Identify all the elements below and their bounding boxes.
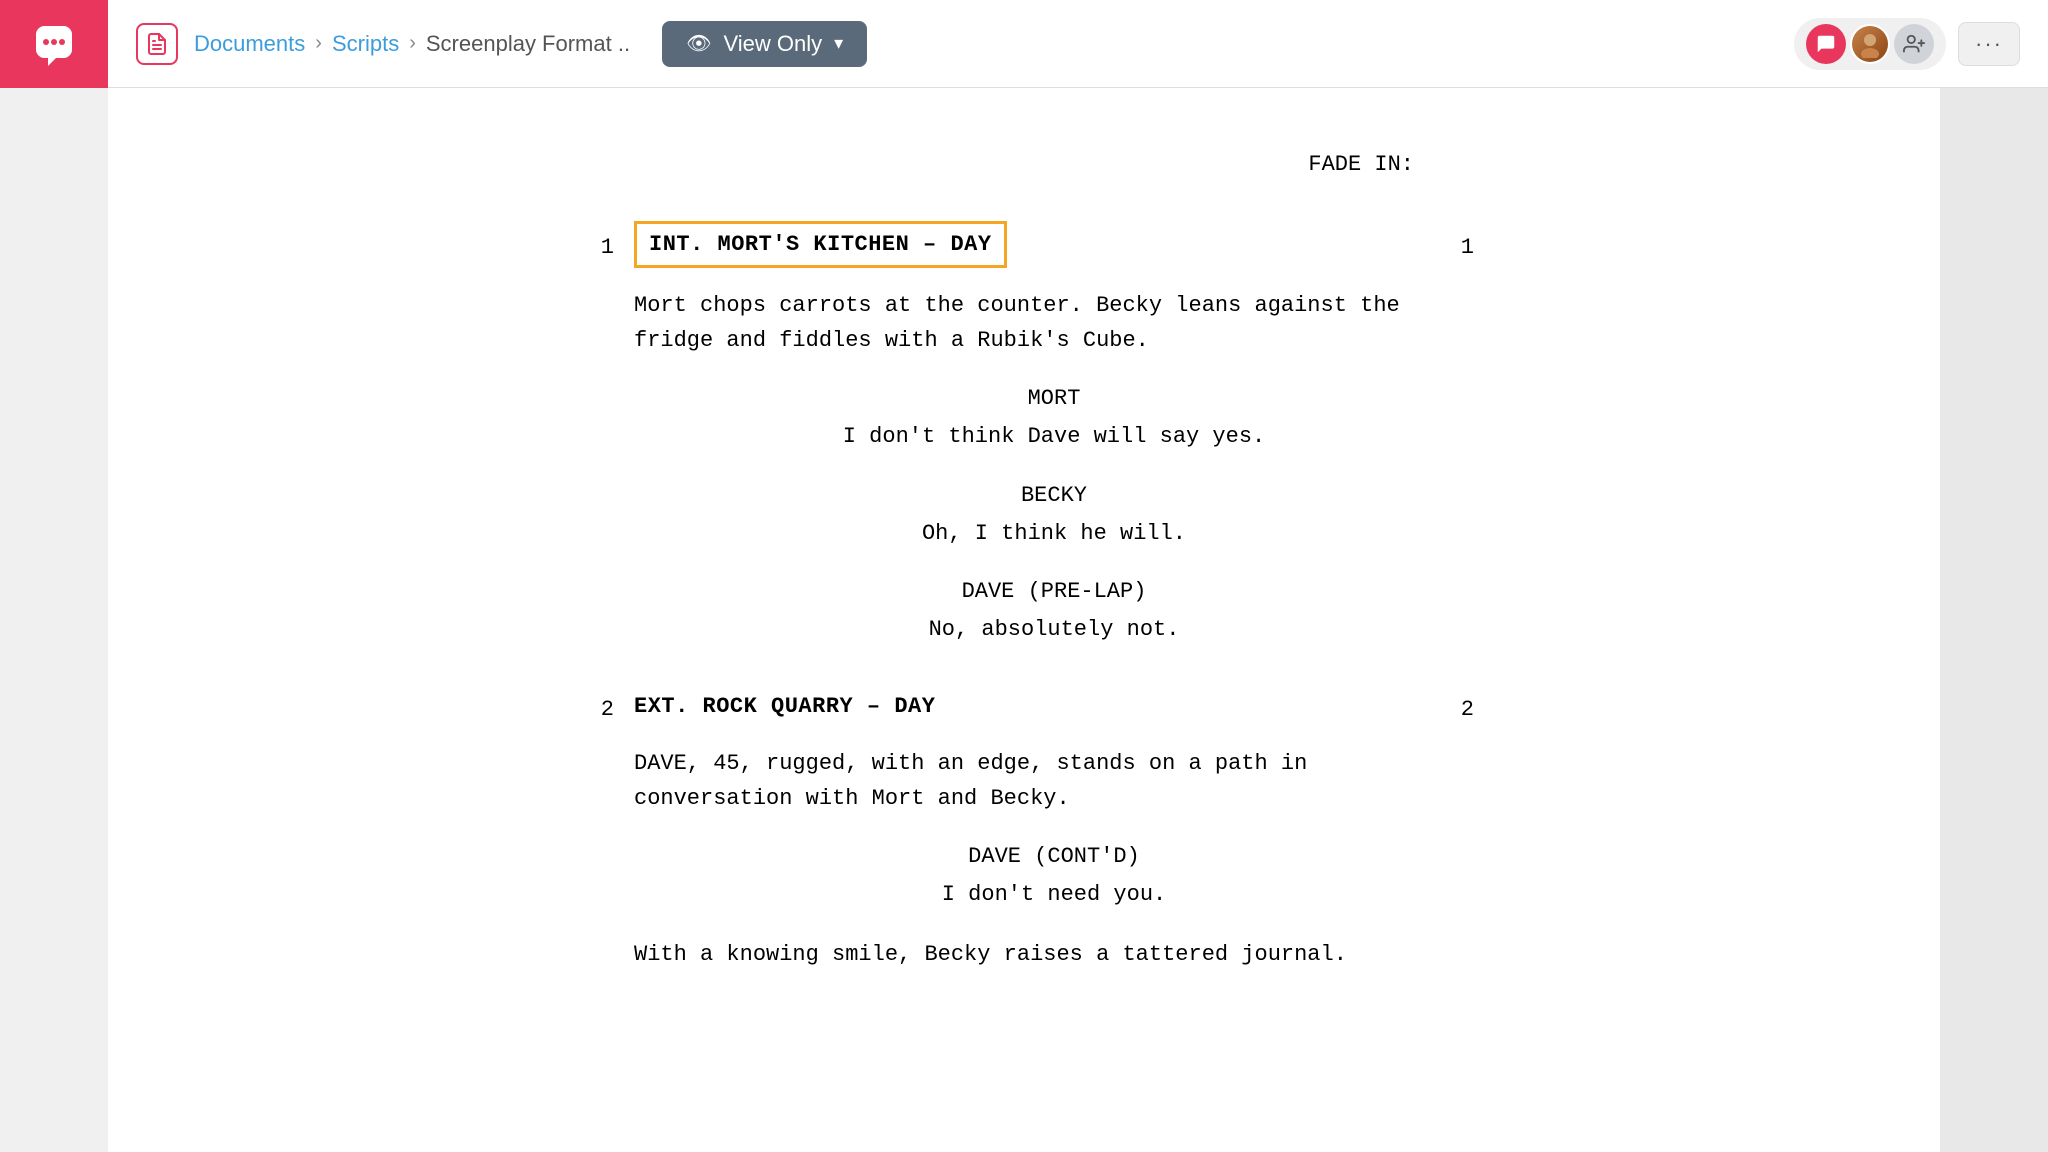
chevron-down-icon: ▾ bbox=[834, 33, 843, 54]
fade-in: FADE IN: bbox=[574, 148, 1474, 181]
scene-2-block: 2 EXT. ROCK QUARRY – DAY 2 DAVE, 45, rug… bbox=[574, 687, 1474, 972]
sidebar-left bbox=[0, 88, 108, 1152]
becky-character: BECKY bbox=[634, 479, 1474, 512]
view-only-button[interactable]: 👁 View Only ▾ bbox=[662, 21, 867, 67]
topbar: Documents › Scripts › Screenplay Format … bbox=[0, 0, 2048, 88]
breadcrumb-documents[interactable]: Documents bbox=[194, 31, 305, 57]
scene-1-number-left: 1 bbox=[574, 225, 634, 264]
avatar-group bbox=[1794, 18, 1946, 70]
scene-2-heading: EXT. ROCK QUARRY – DAY bbox=[634, 690, 935, 723]
app-logo[interactable] bbox=[0, 0, 108, 88]
scene-2-header: 2 EXT. ROCK QUARRY – DAY 2 bbox=[574, 687, 1474, 726]
dave-prelap-character: DAVE (PRE-LAP) bbox=[634, 575, 1474, 608]
dave-contd-dialogue: I don't need you. bbox=[634, 877, 1474, 912]
scene-1-block: 1 INT. MORT'S KITCHEN – DAY 1 Mort chops… bbox=[574, 221, 1474, 647]
scene-2-number-left: 2 bbox=[574, 687, 634, 726]
scene-1-header: 1 INT. MORT'S KITCHEN – DAY 1 bbox=[574, 221, 1474, 268]
breadcrumb-sep-1: › bbox=[315, 32, 322, 55]
scene-1-number-right: 1 bbox=[1414, 225, 1474, 264]
doc-icon[interactable] bbox=[136, 23, 178, 65]
add-person-avatar[interactable] bbox=[1894, 24, 1934, 64]
scene-2-heading-content: EXT. ROCK QUARRY – DAY bbox=[634, 690, 1414, 723]
scene-2-action2: With a knowing smile, Becky raises a tat… bbox=[634, 937, 1474, 972]
user-avatar-image bbox=[1852, 26, 1888, 62]
more-button[interactable]: ··· bbox=[1958, 22, 2020, 66]
breadcrumb-sep-2: › bbox=[409, 32, 416, 55]
scene-2-action: DAVE, 45, rugged, with an edge, stands o… bbox=[634, 746, 1474, 816]
breadcrumb-scripts[interactable]: Scripts bbox=[332, 31, 399, 57]
scene-1-heading: INT. MORT'S KITCHEN – DAY bbox=[634, 221, 1007, 268]
sidebar-right bbox=[1940, 88, 2048, 1152]
screenplay: FADE IN: 1 INT. MORT'S KITCHEN – DAY 1 M… bbox=[574, 148, 1474, 972]
scene-2-number-right: 2 bbox=[1414, 687, 1474, 726]
mort-dialogue: I don't think Dave will say yes. bbox=[634, 419, 1474, 454]
nav-right: ··· bbox=[1794, 18, 2048, 70]
nav-left: Documents › Scripts › Screenplay Format … bbox=[108, 21, 1794, 67]
view-only-label: View Only bbox=[723, 31, 822, 57]
mort-character: MORT bbox=[634, 382, 1474, 415]
scene-1-action: Mort chops carrots at the counter. Becky… bbox=[634, 288, 1474, 358]
main-area: FADE IN: 1 INT. MORT'S KITCHEN – DAY 1 M… bbox=[0, 88, 2048, 1152]
document-area: FADE IN: 1 INT. MORT'S KITCHEN – DAY 1 M… bbox=[108, 88, 1940, 1152]
eye-icon: 👁 bbox=[686, 31, 711, 56]
chat-avatar[interactable] bbox=[1806, 24, 1846, 64]
scene-1-heading-content: INT. MORT'S KITCHEN – DAY bbox=[634, 221, 1414, 268]
dave-prelap-dialogue: No, absolutely not. bbox=[634, 612, 1474, 647]
becky-dialogue: Oh, I think he will. bbox=[634, 516, 1474, 551]
breadcrumb-current: Screenplay Format .. bbox=[426, 31, 630, 57]
user-avatar[interactable] bbox=[1850, 24, 1890, 64]
breadcrumb: Documents › Scripts › Screenplay Format … bbox=[194, 31, 630, 57]
dave-contd-character: DAVE (CONT'D) bbox=[634, 840, 1474, 873]
